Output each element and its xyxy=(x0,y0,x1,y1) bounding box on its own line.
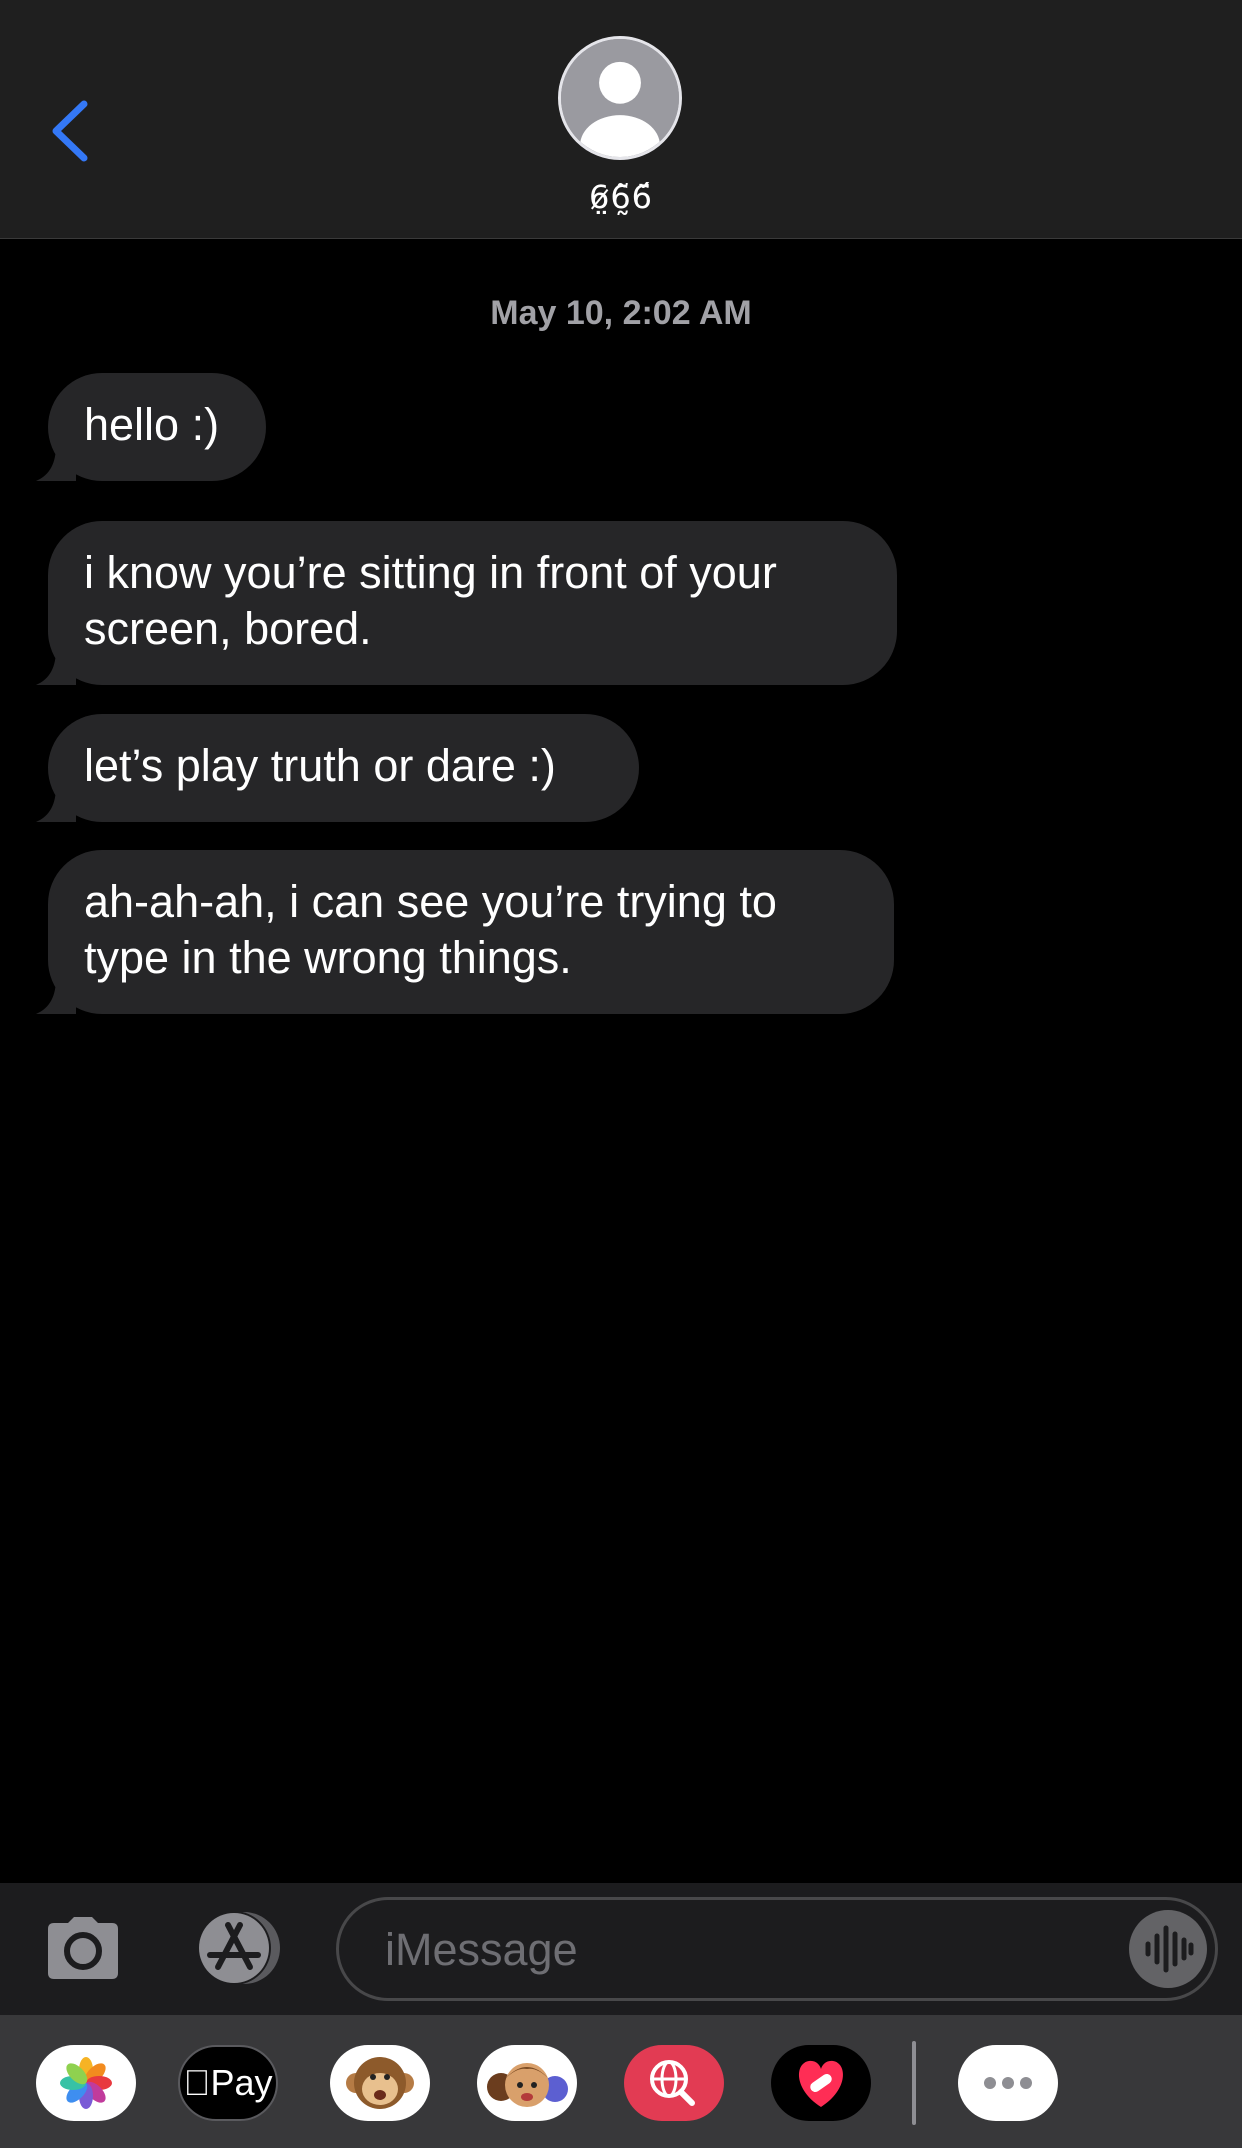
globe-search-icon xyxy=(650,2060,695,2106)
message-bubble-incoming[interactable]: let’s play truth or dare :) xyxy=(36,714,639,822)
photos-app-button[interactable] xyxy=(36,2045,136,2121)
images-search-app-button[interactable] xyxy=(624,2045,724,2121)
conversation-header: 6̷̤6̰̃6̈́ xyxy=(0,0,1242,239)
message-text: let’s play truth or dare :) xyxy=(84,740,556,791)
apple-pay-label: Pay xyxy=(196,2062,272,2103)
bubble-tail xyxy=(36,445,76,481)
message-input-field[interactable] xyxy=(336,1897,1218,2001)
heart-touch-icon xyxy=(799,2060,843,2107)
animoji-app-button[interactable] xyxy=(330,2045,430,2121)
more-dots-icon xyxy=(984,2077,1032,2089)
apple-pay-icon: Pay xyxy=(180,2047,276,2119)
app-drawer: Pay xyxy=(0,2015,1242,2148)
contact-name[interactable]: 6̷̤6̰̃6̈́ xyxy=(0,178,1242,216)
photos-icon xyxy=(60,2057,112,2109)
monkey-animoji-icon xyxy=(346,2057,414,2109)
memoji-app-button[interactable] xyxy=(477,2045,577,2121)
drawer-divider xyxy=(912,2041,916,2125)
digital-touch-app-button[interactable] xyxy=(771,2045,871,2121)
message-text: i know you’re sitting in front of your s… xyxy=(84,547,777,654)
message-bubble-incoming[interactable]: hello :) xyxy=(36,373,266,481)
bubble-tail xyxy=(36,978,76,1014)
waveform-icon xyxy=(1145,1925,1194,1973)
voice-message-button[interactable] xyxy=(1129,1910,1207,1988)
back-button[interactable] xyxy=(46,96,96,166)
message-bubble-incoming[interactable]: ah-ah-ah, i can see you’re trying to typ… xyxy=(36,850,894,1014)
memoji-icon xyxy=(487,2063,568,2107)
contact-avatar[interactable] xyxy=(558,36,682,160)
message-input[interactable] xyxy=(383,1900,1027,2000)
message-text: hello :) xyxy=(84,399,220,450)
camera-button[interactable] xyxy=(46,1915,120,1981)
message-text: ah-ah-ah, i can see you’re trying to typ… xyxy=(84,876,777,983)
apple-pay-app-button[interactable]: Pay xyxy=(178,2045,278,2121)
bubble-tail xyxy=(36,786,76,822)
apps-button[interactable] xyxy=(188,1909,286,1987)
bubble-tail xyxy=(36,649,76,685)
chevron-left-icon xyxy=(52,100,88,162)
message-bubble-incoming[interactable]: i know you’re sitting in front of your s… xyxy=(36,521,897,685)
more-apps-button[interactable] xyxy=(958,2045,1058,2121)
camera-icon xyxy=(48,1917,118,1979)
message-timestamp: May 10, 2:02 AM xyxy=(490,294,752,332)
app-store-icon xyxy=(197,1911,280,1985)
person-silhouette-icon xyxy=(561,39,679,157)
compose-bar xyxy=(0,1883,1242,2015)
